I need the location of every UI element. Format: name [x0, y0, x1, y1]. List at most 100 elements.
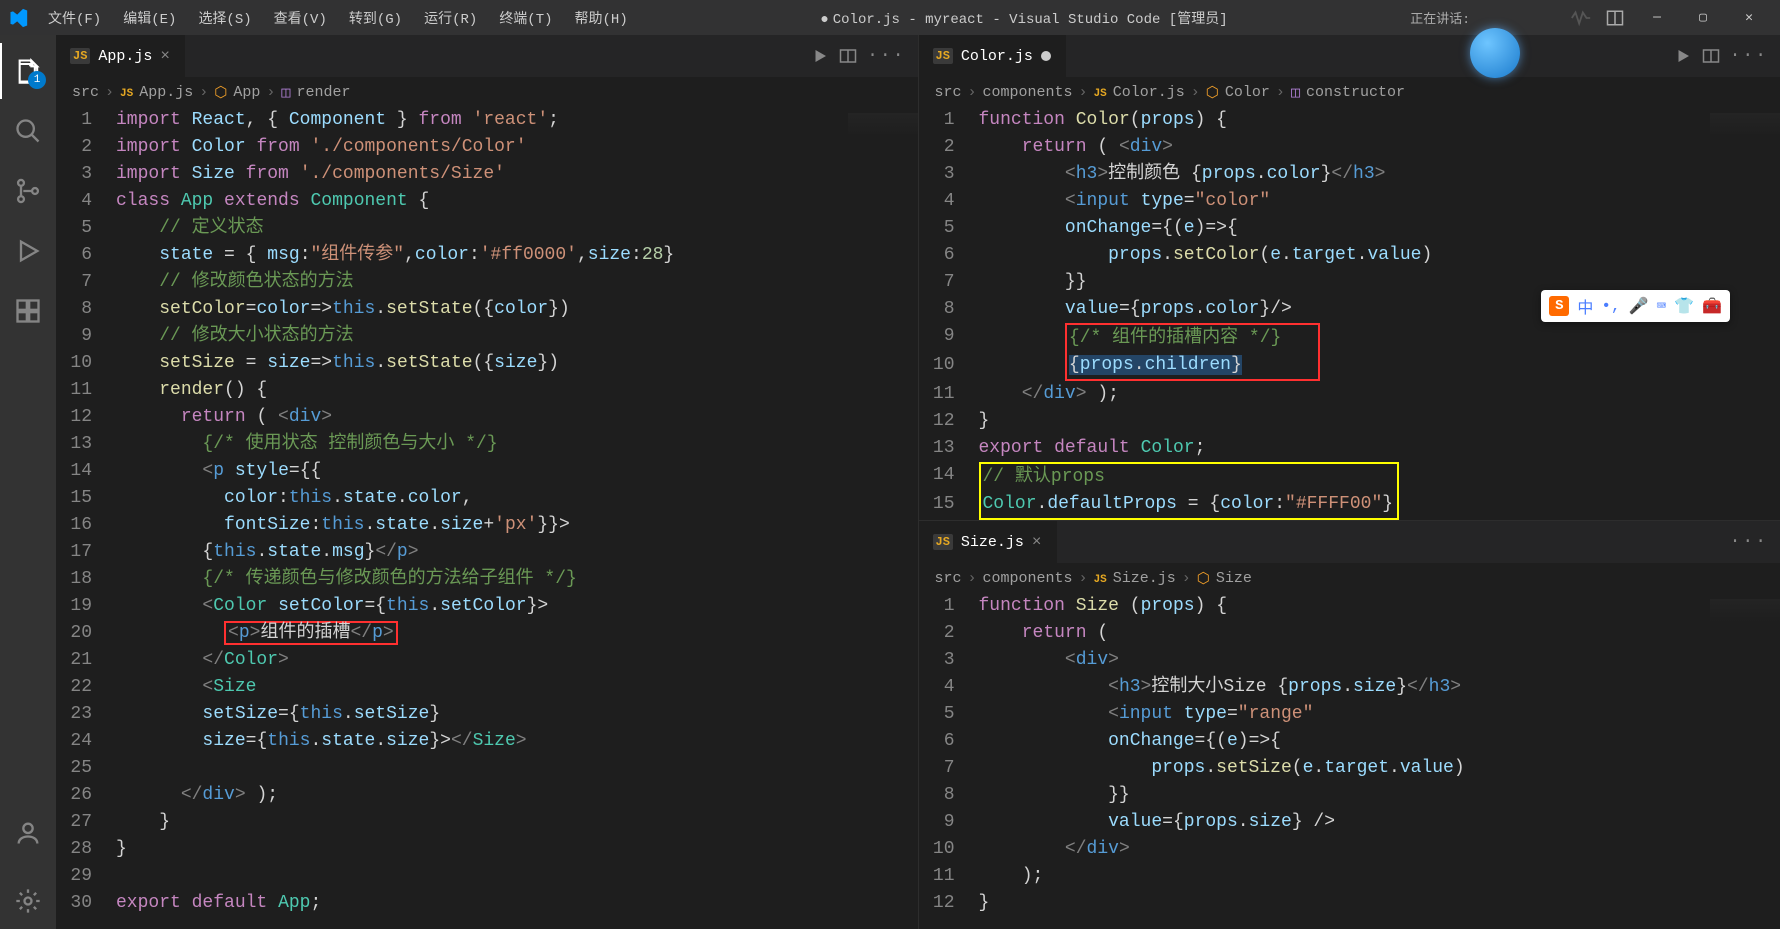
- breadcrumb-left[interactable]: src›JS App.js›⬡ App›◫ render: [56, 77, 918, 107]
- code-line[interactable]: 3 <h3>控制颜色 {props.color}</h3>: [919, 161, 1780, 188]
- code-line[interactable]: 4 <input type="color": [919, 188, 1780, 215]
- tab-color-js[interactable]: JS Color.js: [919, 35, 1066, 77]
- code-line[interactable]: 1import React, { Component } from 'react…: [56, 107, 918, 134]
- ime-punct-icon[interactable]: •,: [1601, 297, 1620, 315]
- breadcrumb-segment[interactable]: constructor: [1306, 84, 1405, 101]
- breadcrumb-right-top[interactable]: src›components›JS Color.js›⬡ Color›◫ con…: [919, 77, 1780, 107]
- code-line[interactable]: 5 onChange={(e)=>{: [919, 215, 1780, 242]
- ime-toolbar[interactable]: S 中 •, 🎤 ⌨ 👕 🧰: [1541, 290, 1730, 322]
- ime-skin-icon[interactable]: 👕: [1674, 296, 1694, 316]
- code-line[interactable]: 11 render() {: [56, 377, 918, 404]
- menu-item[interactable]: 选择(S): [188, 4, 261, 32]
- code-line[interactable]: 8 setColor=color=>this.setState({color}): [56, 296, 918, 323]
- code-line[interactable]: 7 props.setSize(e.target.value): [919, 755, 1780, 782]
- code-line[interactable]: 13export default Color;: [919, 435, 1780, 462]
- code-line[interactable]: 7 // 修改颜色状态的方法: [56, 269, 918, 296]
- ime-mic-icon[interactable]: 🎤: [1629, 296, 1649, 316]
- code-line[interactable]: 10 setSize = size=>this.setState({size}): [56, 350, 918, 377]
- code-line[interactable]: 29: [56, 863, 918, 890]
- code-line[interactable]: 26 </div> );: [56, 782, 918, 809]
- minimap[interactable]: [1710, 593, 1780, 929]
- breadcrumb-segment[interactable]: Color: [1225, 84, 1270, 101]
- code-line[interactable]: 17 {this.state.msg}</p>: [56, 539, 918, 566]
- menu-item[interactable]: 编辑(E): [113, 4, 186, 32]
- tab-close-icon[interactable]: ×: [1032, 533, 1042, 551]
- breadcrumb-segment[interactable]: App: [233, 84, 260, 101]
- tab-close-icon[interactable]: ×: [160, 47, 170, 65]
- run-icon[interactable]: [811, 47, 829, 65]
- menu-item[interactable]: 转到(G): [339, 4, 412, 32]
- code-line[interactable]: 18 {/* 传递颜色与修改颜色的方法给子组件 */}: [56, 566, 918, 593]
- code-line[interactable]: 1function Size (props) {: [919, 593, 1780, 620]
- breadcrumb-segment[interactable]: render: [296, 84, 350, 101]
- breadcrumb-segment[interactable]: src: [935, 570, 962, 587]
- code-line[interactable]: 3import Size from './components/Size': [56, 161, 918, 188]
- code-line[interactable]: 6 props.setColor(e.target.value): [919, 242, 1780, 269]
- activity-run-debug[interactable]: [0, 223, 56, 279]
- code-line[interactable]: 6 state = { msg:"组件传参",color:'#ff0000',s…: [56, 242, 918, 269]
- run-icon[interactable]: [1674, 47, 1692, 65]
- split-editor-icon[interactable]: [1702, 47, 1720, 65]
- code-editor-right-bottom[interactable]: 1function Size (props) {2 return (3 <div…: [919, 593, 1780, 929]
- more-icon[interactable]: ···: [867, 46, 905, 66]
- code-line[interactable]: 22 <Size: [56, 674, 918, 701]
- activity-source-control[interactable]: [0, 163, 56, 219]
- code-line[interactable]: 11 </div> );: [919, 381, 1780, 408]
- minimize-button[interactable]: ─: [1634, 0, 1680, 35]
- code-line[interactable]: 28}: [56, 836, 918, 863]
- code-line[interactable]: 11 );: [919, 863, 1780, 890]
- code-line[interactable]: 1function Color(props) {: [919, 107, 1780, 134]
- close-button[interactable]: ✕: [1726, 0, 1772, 35]
- more-icon[interactable]: ···: [1730, 532, 1768, 552]
- code-line[interactable]: 2 return (: [919, 620, 1780, 647]
- activity-search[interactable]: [0, 103, 56, 159]
- more-icon[interactable]: ···: [1730, 46, 1768, 66]
- code-line[interactable]: 10 {props.children}: [919, 352, 1780, 381]
- code-line[interactable]: 23 setSize={this.setSize}: [56, 701, 918, 728]
- breadcrumb-segment[interactable]: Size: [1216, 570, 1252, 587]
- code-line[interactable]: 27 }: [56, 809, 918, 836]
- code-line[interactable]: 15 color:this.state.color,: [56, 485, 918, 512]
- code-line[interactable]: 14 <p style={{: [56, 458, 918, 485]
- code-line[interactable]: 5 <input type="range": [919, 701, 1780, 728]
- code-editor-left[interactable]: 1import React, { Component } from 'react…: [56, 107, 918, 929]
- code-line[interactable]: 4class App extends Component {: [56, 188, 918, 215]
- code-line[interactable]: 2import Color from './components/Color': [56, 134, 918, 161]
- ime-toolbox-icon[interactable]: 🧰: [1702, 296, 1722, 316]
- activity-extensions[interactable]: [0, 283, 56, 339]
- code-line[interactable]: 6 onChange={(e)=>{: [919, 728, 1780, 755]
- code-line[interactable]: 30export default App;: [56, 890, 918, 917]
- breadcrumb-segment[interactable]: Size.js: [1113, 570, 1176, 587]
- breadcrumb-right-bottom[interactable]: src›components›JS Size.js›⬡ Size: [919, 563, 1780, 593]
- ime-lang-label[interactable]: 中: [1577, 294, 1593, 318]
- breadcrumb-segment[interactable]: components: [983, 570, 1073, 587]
- code-line[interactable]: 3 <div>: [919, 647, 1780, 674]
- minimap[interactable]: [848, 107, 918, 929]
- code-line[interactable]: 12 return ( <div>: [56, 404, 918, 431]
- ime-keyboard-icon[interactable]: ⌨: [1657, 296, 1667, 316]
- code-line[interactable]: 4 <h3>控制大小Size {props.size}</h3>: [919, 674, 1780, 701]
- menu-item[interactable]: 查看(V): [264, 4, 337, 32]
- code-line[interactable]: 9 // 修改大小状态的方法: [56, 323, 918, 350]
- code-line[interactable]: 9 value={props.size} />: [919, 809, 1780, 836]
- code-line[interactable]: 12}: [919, 890, 1780, 917]
- code-line[interactable]: 24 size={this.state.size}></Size>: [56, 728, 918, 755]
- activity-settings[interactable]: [0, 873, 56, 929]
- breadcrumb-segment[interactable]: components: [983, 84, 1073, 101]
- code-line[interactable]: 25: [56, 755, 918, 782]
- code-line[interactable]: 14// 默认props: [919, 462, 1780, 491]
- code-line[interactable]: 2 return ( <div>: [919, 134, 1780, 161]
- layout-icon[interactable]: [1606, 9, 1624, 27]
- menu-item[interactable]: 帮助(H): [565, 4, 638, 32]
- menu-item[interactable]: 终端(T): [489, 4, 562, 32]
- code-line[interactable]: 15Color.defaultProps = {color:"#FFFF00"}: [919, 491, 1780, 520]
- breadcrumb-segment[interactable]: src: [72, 84, 99, 101]
- code-line[interactable]: 8 }}: [919, 782, 1780, 809]
- tab-app-js[interactable]: JS App.js ×: [56, 35, 185, 77]
- breadcrumb-segment[interactable]: App.js: [139, 84, 193, 101]
- breadcrumb-segment[interactable]: Color.js: [1113, 84, 1185, 101]
- code-line[interactable]: 19 <Color setColor={this.setColor}>: [56, 593, 918, 620]
- code-line[interactable]: 21 </Color>: [56, 647, 918, 674]
- code-line[interactable]: 9 {/* 组件的插槽内容 */}: [919, 323, 1780, 352]
- code-line[interactable]: 5 // 定义状态: [56, 215, 918, 242]
